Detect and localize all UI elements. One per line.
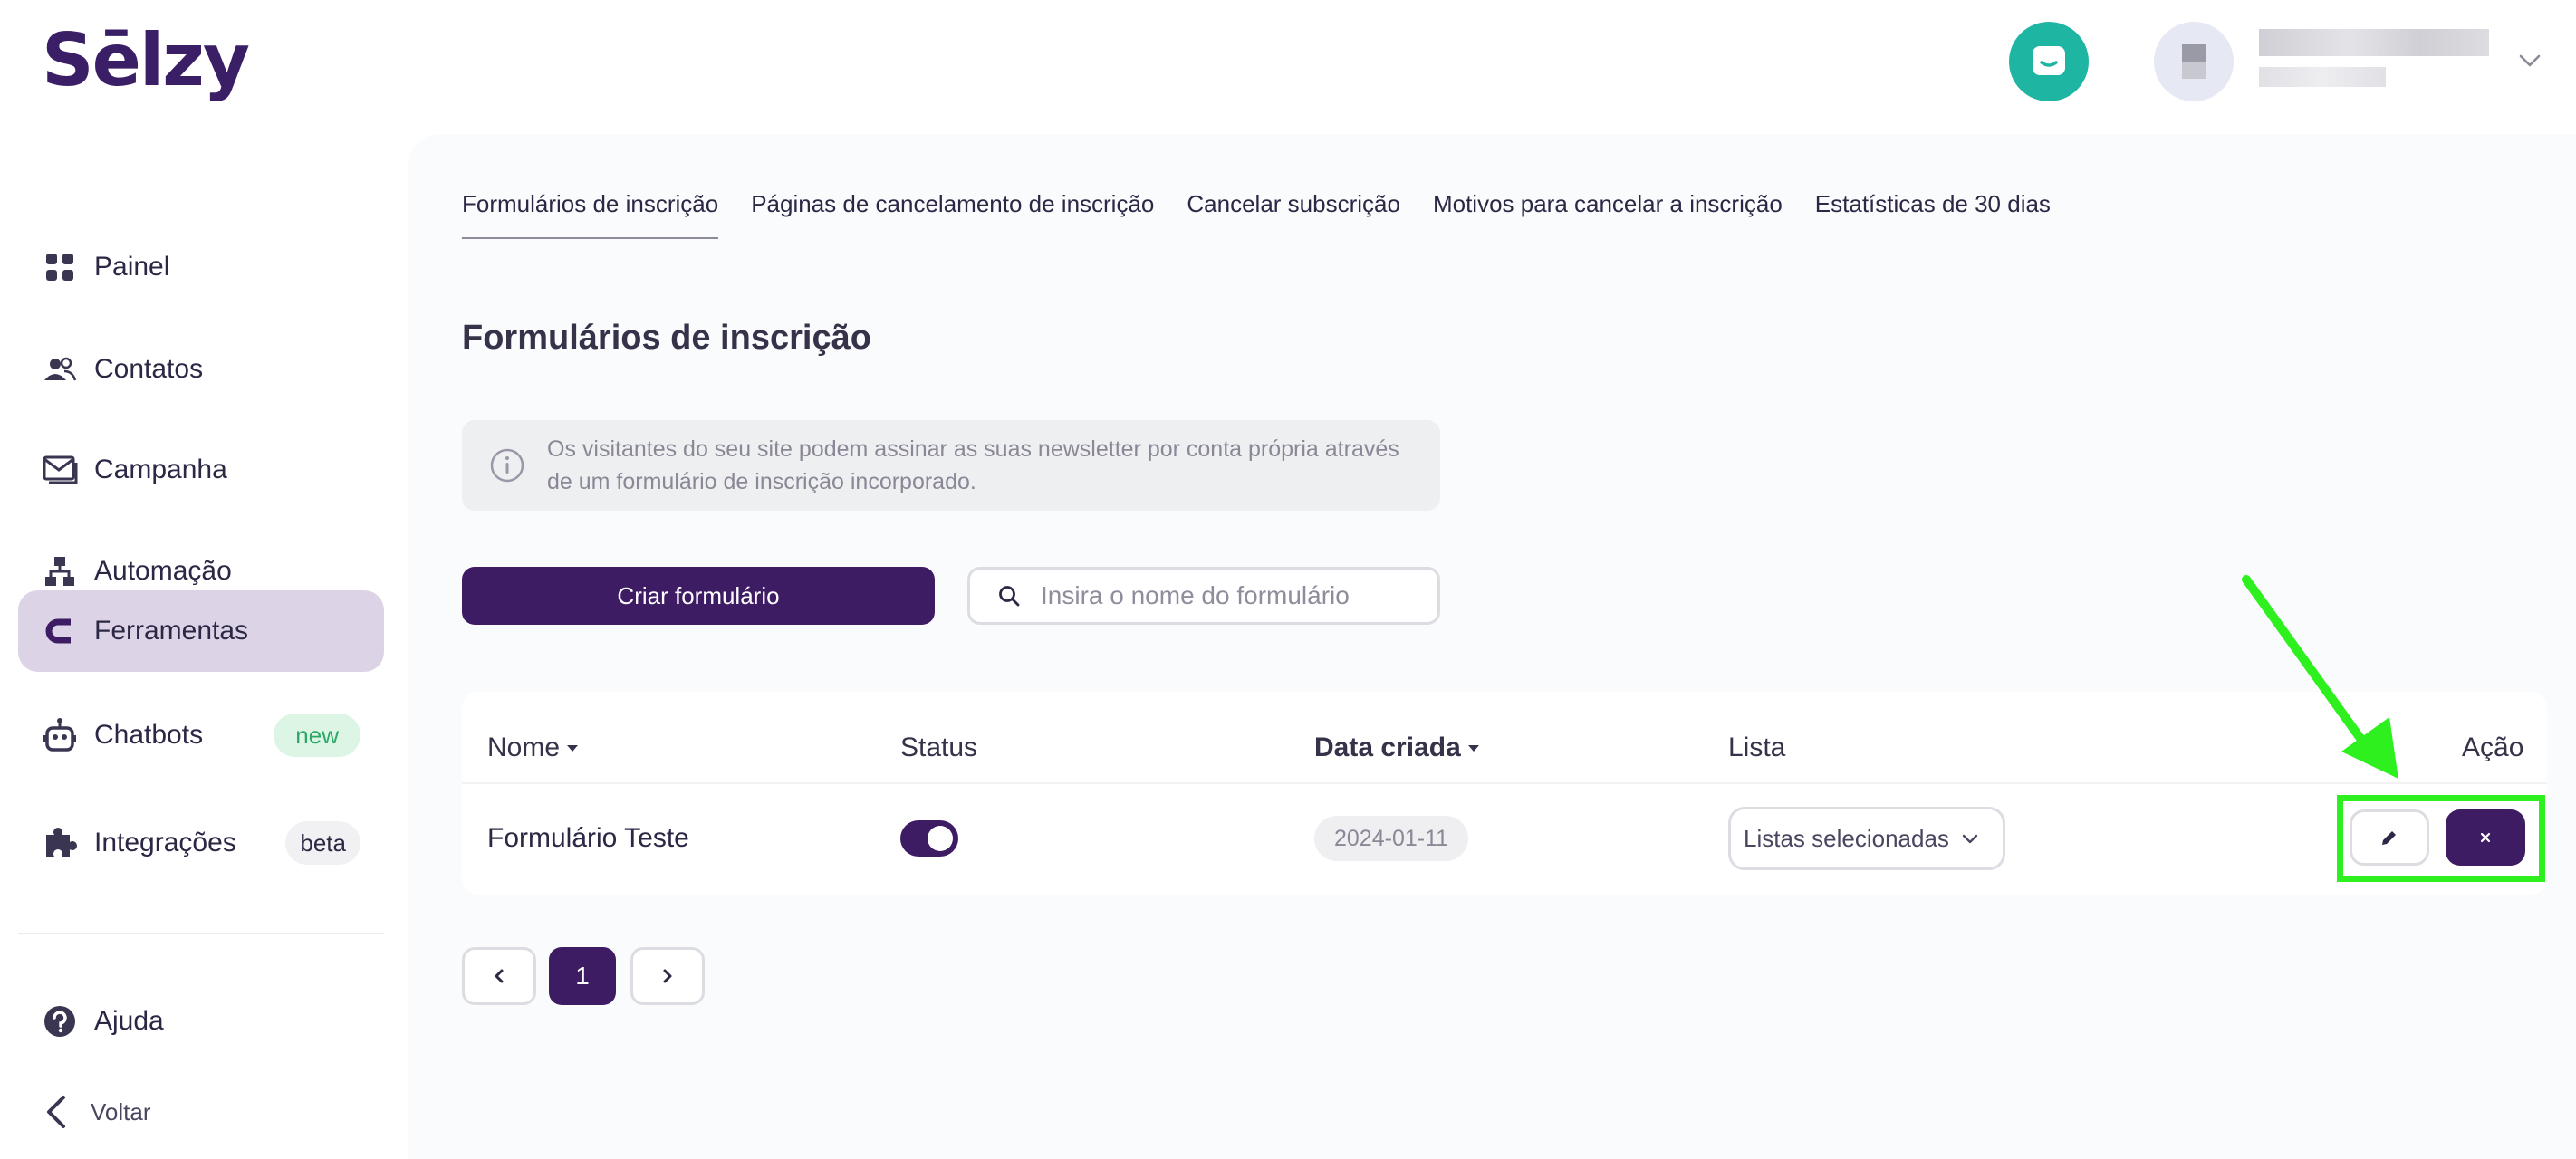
sidebar-item-label: Integrações [94,828,236,857]
created-date-cell: 2024-01-11 [1314,804,1469,873]
pagination-page-1[interactable]: 1 [549,947,616,1005]
sidebar-item-painel[interactable]: Painel [18,226,384,308]
user-avatar[interactable] [2154,22,2234,101]
column-header-label: Status [900,733,978,762]
column-header-list: Lista [1728,721,1785,775]
beta-badge: beta [285,821,360,865]
sidebar-item-label: Campanha [94,455,227,484]
chevron-down-icon [1962,834,1978,844]
chatbot-icon [42,717,78,753]
sort-caret-icon [1467,744,1479,752]
sidebar-divider [18,933,384,934]
sidebar-item-chatbots[interactable]: Chatbots new [18,694,384,776]
dashboard-grid-icon [42,249,78,285]
main-content [408,134,2576,1159]
table-divider [462,782,2547,784]
list-select-label: Listas selecionadas [1744,824,1949,852]
column-header-label: Ação [2462,733,2524,762]
sidebar-item-contatos[interactable]: Contatos [18,329,384,410]
edit-form-button[interactable] [2350,809,2429,866]
list-select-dropdown[interactable]: Listas selecionadas [1728,807,2005,870]
form-name-cell: Formulário Teste [487,823,689,853]
search-field[interactable] [967,567,1440,625]
back-link[interactable]: Voltar [42,1087,151,1137]
sidebar-item-label: Chatbots [94,720,204,750]
column-header-label: Lista [1728,733,1786,762]
list-cell: Listas selecionadas [1728,804,2005,873]
close-icon [2480,832,2491,843]
selzy-logo[interactable]: Sēlzy [42,18,250,102]
chat-button[interactable] [2009,22,2089,101]
column-header-status: Status [900,721,977,775]
contacts-icon [42,351,78,388]
tab-bar: Formulários de inscrição Páginas de canc… [462,190,2051,239]
sidebar-item-campanha[interactable]: Campanha [18,429,384,511]
avatar-placeholder-icon [2182,44,2206,79]
tab-30-day-stats[interactable]: Estatísticas de 30 dias [1815,190,2051,239]
tab-subscription-forms[interactable]: Formulários de inscrição [462,190,719,239]
column-header-label: Nome [487,733,561,762]
tools-magnet-icon [42,613,78,649]
sidebar: Painel Contatos Campanha Automação Ferra… [0,122,404,1159]
chevron-left-icon [47,1096,65,1128]
tab-unsubscribe-pages[interactable]: Páginas de cancelamento de inscrição [751,190,1154,239]
puzzle-icon [42,825,78,861]
column-header-created[interactable]: Data criada [1314,721,1479,775]
sidebar-item-integracoes[interactable]: Integrações beta [18,802,384,884]
pagination-prev-button[interactable] [462,947,536,1005]
search-input[interactable] [1041,581,1421,610]
delete-form-button[interactable] [2446,809,2525,866]
user-email-redacted [2259,67,2386,87]
sidebar-item-label: Automação [94,556,232,586]
toggle-knob [928,826,953,851]
tab-unsubscribe[interactable]: Cancelar subscrição [1187,190,1400,239]
column-header-name[interactable]: Nome [487,721,579,775]
sidebar-item-label: Contatos [94,354,204,384]
sort-caret-icon [567,744,579,752]
column-header-action: Ação [2462,721,2523,775]
chevron-left-icon [495,969,504,983]
sidebar-item-label: Painel [94,252,170,282]
page-title: Formulários de inscrição [462,319,871,357]
automation-icon [42,553,78,589]
sidebar-item-label: Ferramentas [94,616,249,646]
search-icon [999,586,1020,607]
created-date-chip: 2024-01-11 [1314,816,1469,861]
status-toggle[interactable] [900,820,958,857]
info-text: Os visitantes do seu site podem assinar … [547,436,1399,494]
sidebar-item-ferramentas[interactable]: Ferramentas [18,590,384,672]
tab-unsubscribe-reasons[interactable]: Motivos para cancelar a inscrição [1433,190,1783,239]
new-badge: new [274,714,360,757]
forms-table: Nome Status Data criada Lista Ação Formu… [462,692,2547,895]
create-form-button[interactable]: Criar formulário [462,567,935,625]
column-header-label: Data criada [1314,733,1461,762]
back-label: Voltar [91,1097,151,1125]
sidebar-item-label: Ajuda [94,1006,164,1036]
sidebar-item-ajuda[interactable]: Ajuda [18,981,384,1062]
chat-bubble-icon [2033,46,2065,75]
help-icon [42,1003,78,1039]
user-name-redacted [2259,29,2489,56]
status-cell [900,804,958,873]
pencil-icon [2382,831,2396,845]
campaign-mail-icon [42,452,78,488]
chevron-down-icon[interactable] [2514,45,2545,76]
chevron-right-icon [663,969,672,983]
logo-text: Sēlzy [42,18,250,102]
info-icon [490,448,524,483]
info-banner: Os visitantes do seu site podem assinar … [462,420,1440,511]
pagination-next-button[interactable] [630,947,705,1005]
